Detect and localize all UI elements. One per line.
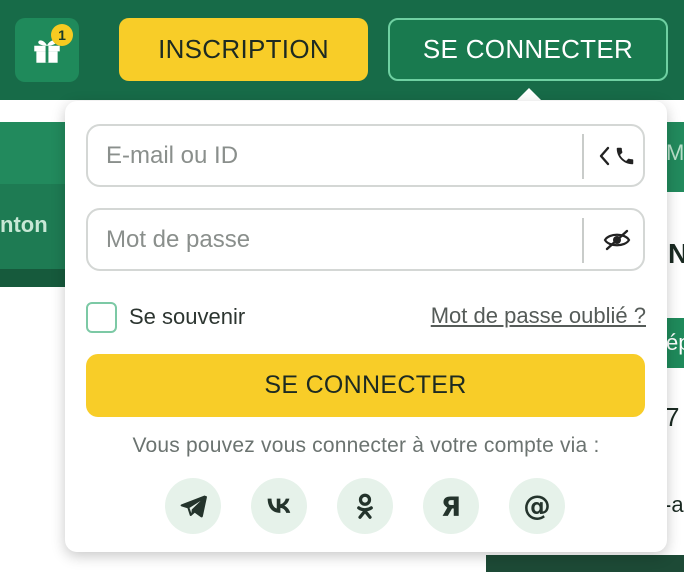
telegram-login-button[interactable] — [165, 478, 221, 534]
remember-label: Se souvenir — [129, 304, 246, 329]
right-page-heading: N — [668, 238, 684, 269]
phone-switch-button[interactable] — [588, 126, 645, 185]
odnoklassniki-login-button[interactable] — [337, 478, 393, 534]
vk-icon — [267, 498, 291, 513]
register-button[interactable]: INSCRIPTION — [119, 18, 368, 81]
gift-button[interactable]: 1 — [15, 18, 79, 82]
toggle-password-visibility[interactable] — [588, 210, 645, 269]
remember-checkbox[interactable] — [86, 301, 117, 333]
social-login-caption: Vous pouvez vous connecter à votre compt… — [132, 434, 600, 457]
password-field — [86, 208, 645, 271]
popup-arrow — [515, 88, 543, 102]
email-field-divider — [582, 134, 584, 179]
mail-login-button[interactable]: @ — [509, 478, 565, 534]
left-page-dark-stripe — [0, 269, 70, 287]
remember-me[interactable]: Se souvenir — [86, 301, 245, 333]
svg-text:@: @ — [523, 491, 551, 521]
email-input[interactable] — [106, 126, 566, 185]
left-page-stripe — [0, 122, 70, 184]
left-page-band — [0, 122, 70, 287]
eye-off-icon — [603, 229, 630, 250]
right-page-number: 7 — [665, 402, 680, 432]
right-page-text-mid: ép — [666, 330, 684, 355]
password-input[interactable] — [106, 210, 566, 269]
mail-icon: @ — [523, 491, 551, 521]
left-page-text: nton — [0, 212, 48, 237]
bottom-page-bar — [486, 555, 684, 572]
right-page-text-top: Ma — [666, 140, 684, 165]
gift-count-badge: 1 — [51, 24, 73, 46]
email-field — [86, 124, 645, 187]
password-field-divider — [582, 218, 584, 263]
login-submit-button[interactable]: SE CONNECTER — [86, 354, 645, 417]
svg-text:Я: Я — [441, 493, 461, 521]
login-toggle-button[interactable]: SE CONNECTER — [388, 18, 668, 81]
odnoklassniki-icon — [357, 493, 373, 519]
forgot-password-link[interactable]: Mot de passe oublié ? — [431, 303, 646, 329]
yandex-icon: Я — [441, 493, 461, 521]
top-header: 1 INSCRIPTION SE CONNECTER — [0, 0, 684, 100]
chevron-left-icon — [599, 146, 609, 165]
login-popup: Se souvenir Mot de passe oublié ? SE CON… — [65, 101, 667, 552]
telegram-icon — [180, 495, 207, 518]
yandex-login-button[interactable]: Я — [423, 478, 479, 534]
social-login-list: Я @ — [165, 478, 565, 534]
vk-login-button[interactable] — [251, 478, 307, 534]
phone-icon — [616, 147, 633, 164]
